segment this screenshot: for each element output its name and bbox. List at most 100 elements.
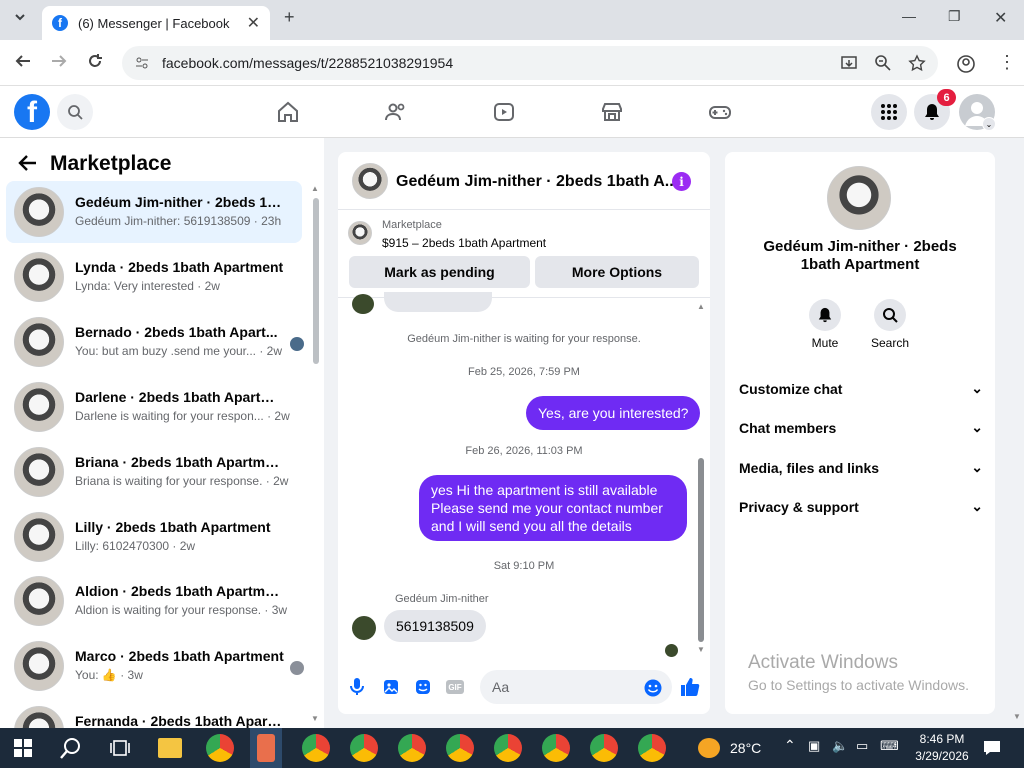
conversation-list-scrollbar[interactable] (313, 198, 319, 364)
customize-chat-section[interactable]: Customize chat ⌄ (739, 380, 983, 397)
page-scroll-down-arrow[interactable]: ▼ (1013, 712, 1021, 721)
sticker-icon[interactable] (415, 679, 431, 695)
facebook-logo[interactable]: f (14, 94, 50, 130)
friends-icon[interactable] (384, 100, 408, 124)
profile-icon (957, 55, 975, 73)
install-app-icon[interactable] (840, 54, 858, 72)
chrome-app-icon[interactable] (398, 734, 426, 762)
notification-center-icon[interactable] (983, 739, 1001, 757)
site-info-icon[interactable] (134, 55, 150, 71)
photo-icon[interactable] (383, 679, 399, 695)
chrome-app-icon[interactable] (446, 734, 474, 762)
listing-title[interactable]: $915 – 2beds 1bath Apartment (382, 236, 546, 250)
volume-icon[interactable]: 🔈 (832, 738, 848, 754)
conversation-item[interactable]: Lynda · 2beds 1bath Apartment Lynda: Ver… (6, 246, 302, 308)
incoming-message[interactable]: 5619138509 (384, 610, 486, 642)
tab-search-button[interactable] (12, 9, 28, 30)
new-tab-button[interactable]: + (284, 7, 295, 28)
close-window-icon[interactable]: ✕ (994, 8, 1007, 28)
outgoing-message[interactable]: Yes, are you interested? (526, 396, 701, 430)
file-explorer-icon[interactable] (158, 738, 182, 758)
conversation-info-icon[interactable]: i (672, 172, 691, 191)
outgoing-message[interactable]: yes Hi the apartment is still available … (419, 475, 687, 541)
restore-window-icon[interactable]: ❐ (948, 8, 961, 25)
menu-button[interactable] (871, 94, 907, 130)
media-files-links-section[interactable]: Media, files and links ⌄ (739, 459, 983, 476)
scroll-up-arrow[interactable]: ▲ (697, 302, 705, 311)
clock-time[interactable]: 8:46 PM (918, 732, 966, 746)
gif-icon[interactable]: GIF (446, 680, 464, 694)
emoji-icon[interactable] (644, 679, 662, 697)
facebook-header: f 6 ⌄ (0, 86, 1024, 138)
conversation-name: Darlene · 2beds 1bath Apartment (75, 389, 285, 405)
chrome-app-icon[interactable] (302, 734, 330, 762)
chrome-app-icon[interactable] (494, 734, 522, 762)
conversation-item[interactable]: Fernanda · 2beds 1bath Apartm... (6, 700, 302, 730)
mute-button[interactable] (809, 299, 841, 331)
thumbs-up-icon[interactable] (680, 677, 700, 697)
chrome-app-icon[interactable] (350, 734, 378, 762)
conversation-item[interactable]: Gedéum Jim-nither · 2beds 1bat... Gedéum… (6, 181, 302, 243)
keyboard-icon[interactable]: ⌨ (880, 738, 899, 754)
video-icon[interactable] (492, 100, 516, 124)
back-to-chats-button[interactable] (18, 154, 38, 177)
chat-scrollbar[interactable] (698, 458, 704, 642)
zoom-icon[interactable] (874, 54, 892, 72)
active-app-icon[interactable] (257, 734, 275, 762)
chrome-app-icon[interactable] (590, 734, 618, 762)
reload-button[interactable] (86, 52, 104, 75)
conversation-item[interactable]: Marco · 2beds 1bath Apartment You: 👍 · 3… (6, 635, 304, 697)
listing-thumbnail (14, 382, 64, 432)
search-in-conversation-button[interactable] (874, 299, 906, 331)
conversation-item[interactable]: Briana · 2beds 1bath Apartment Briana is… (6, 441, 302, 503)
conversation-snippet: You: but am buzy .send me your... · 2w (75, 344, 282, 358)
facebook-search-button[interactable] (57, 94, 93, 130)
listing-thumbnail (14, 317, 64, 367)
profile-button[interactable] (956, 54, 976, 79)
more-options-button[interactable]: More Options (535, 256, 699, 288)
back-button[interactable] (14, 52, 32, 75)
account-chevron-icon[interactable]: ⌄ (982, 117, 996, 131)
conversation-item[interactable]: Bernado · 2beds 1bath Apart... You: but … (6, 311, 304, 373)
forward-button[interactable] (50, 52, 68, 75)
task-view-icon[interactable] (110, 739, 130, 757)
clock-date[interactable]: 3/29/2026 (912, 749, 972, 763)
windows-start-icon[interactable] (14, 739, 32, 757)
arrow-left-icon (15, 55, 30, 67)
search-icon[interactable] (60, 737, 82, 759)
chat-title[interactable]: Gedéum Jim-nither · 2beds 1bath A... (396, 173, 678, 191)
chat-profile-image[interactable] (827, 166, 891, 230)
chrome-app-icon[interactable] (638, 734, 666, 762)
bookmark-star-icon[interactable] (908, 54, 926, 72)
browser-tab[interactable]: f (6) Messenger | Facebook ✕ (42, 6, 270, 40)
weather-temperature[interactable]: 28°C (730, 740, 761, 756)
chrome-menu-button[interactable]: ⋮ (998, 52, 1016, 73)
tray-meet-icon[interactable]: ▣ (808, 738, 820, 754)
tray-chevron-up-icon[interactable]: ⌃ (784, 737, 796, 754)
close-tab-icon[interactable]: ✕ (247, 13, 260, 33)
chat-avatar[interactable] (352, 163, 388, 199)
marketplace-icon[interactable] (600, 100, 624, 124)
privacy-support-section[interactable]: Privacy & support ⌄ (739, 498, 983, 515)
sender-avatar[interactable] (352, 616, 376, 640)
mark-as-pending-button[interactable]: Mark as pending (349, 256, 530, 288)
gaming-icon[interactable] (708, 100, 732, 124)
network-icon[interactable]: ▭ (856, 738, 868, 754)
minimize-window-icon[interactable]: — (902, 8, 916, 24)
microphone-icon[interactable] (350, 678, 364, 696)
url-text: facebook.com/messages/t/2288521038291954 (162, 55, 454, 71)
address-bar[interactable]: facebook.com/messages/t/2288521038291954 (122, 46, 938, 80)
chat-members-section[interactable]: Chat members ⌄ (739, 419, 983, 436)
chrome-app-icon[interactable] (206, 734, 234, 762)
conversation-item[interactable]: Aldion · 2beds 1bath Apartment Aldion is… (6, 570, 302, 632)
conversation-snippet: Briana is waiting for your response. · 2… (75, 474, 289, 488)
conversation-item[interactable]: Darlene · 2beds 1bath Apartment Darlene … (6, 376, 302, 438)
scroll-down-arrow[interactable]: ▼ (697, 645, 705, 654)
conversation-item[interactable]: Lilly · 2beds 1bath Apartment Lilly: 610… (6, 506, 302, 568)
weather-icon[interactable] (698, 738, 720, 758)
scroll-up-arrow[interactable]: ▲ (311, 184, 319, 193)
home-icon[interactable] (276, 100, 300, 124)
scroll-down-arrow[interactable]: ▼ (311, 714, 319, 723)
chrome-app-icon[interactable] (542, 734, 570, 762)
apps-grid-icon (881, 104, 897, 120)
